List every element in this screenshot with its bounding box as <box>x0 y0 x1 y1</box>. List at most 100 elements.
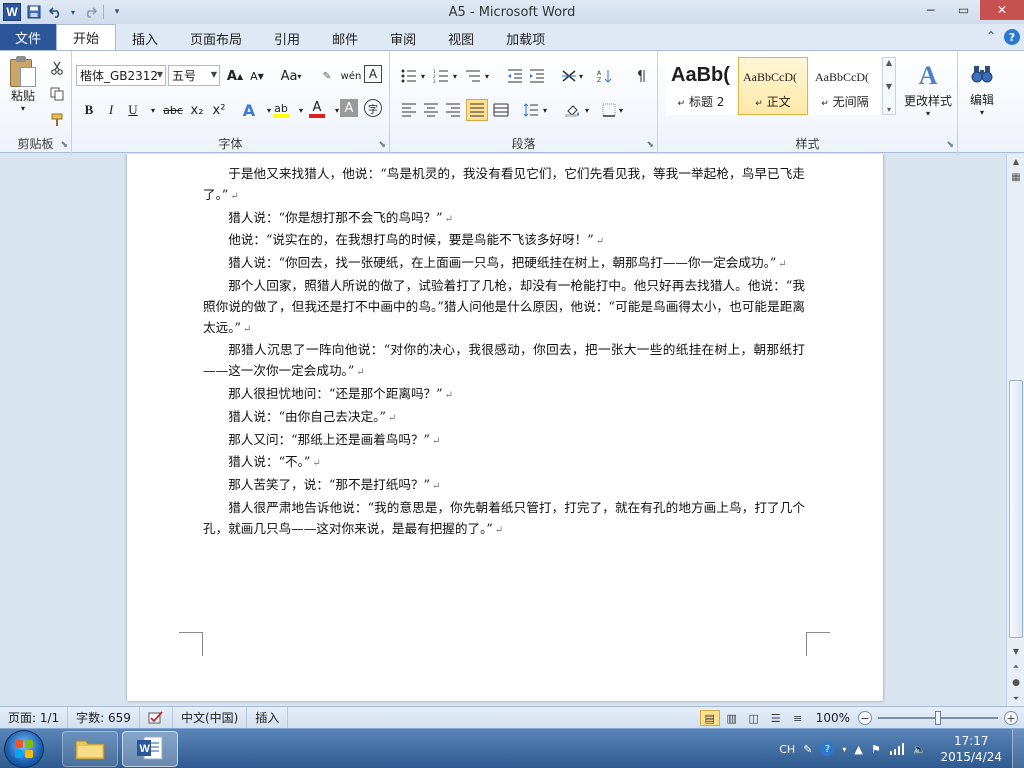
scroll-up-icon[interactable]: ▲ <box>1009 154 1023 168</box>
tab-home[interactable]: 开始 <box>56 24 117 50</box>
font-launcher-icon[interactable]: ⬊ <box>378 140 386 150</box>
sort-icon[interactable]: AZ <box>594 65 616 87</box>
ime-help-icon[interactable]: ? <box>816 742 838 756</box>
ruler-toggle-icon[interactable]: ▦ <box>1009 170 1023 184</box>
restore-button[interactable]: ▭ <box>947 0 980 20</box>
scroll-thumb[interactable] <box>1009 380 1023 638</box>
font-size-combo[interactable]: 五号 ▼ <box>168 65 220 86</box>
character-border-button[interactable]: A <box>364 65 382 83</box>
strikethrough-button[interactable]: abc <box>160 99 186 121</box>
ime-indicator[interactable]: CH <box>775 743 799 756</box>
insert-mode-indicator[interactable]: 插入 <box>247 706 289 729</box>
subscript-button[interactable]: x₂ <box>186 99 208 121</box>
undo-icon[interactable] <box>47 3 65 21</box>
action-center-flag-icon[interactable]: ⚑ <box>867 743 885 756</box>
document-paragraph[interactable]: 那个人回家，照猎人所说的做了，试验着打了几枪，却没有一枪能打中。他只好再去找猎人… <box>203 276 805 340</box>
shading-icon[interactable] <box>562 99 584 121</box>
style-normal[interactable]: AaBbCcD( ↵ 正文 <box>738 57 808 115</box>
justify-icon[interactable] <box>466 99 488 121</box>
numbering-dropdown-icon[interactable]: ▾ <box>450 65 460 87</box>
zoom-level[interactable]: 100% <box>810 711 856 725</box>
zoom-slider-thumb[interactable] <box>935 711 941 725</box>
tab-file[interactable]: 文件 <box>0 24 56 50</box>
tab-references[interactable]: 引用 <box>258 26 316 50</box>
tab-page-layout[interactable]: 页面布局 <box>174 26 258 50</box>
browse-object-icon[interactable]: ● <box>1009 676 1023 690</box>
format-painter-icon[interactable] <box>46 109 68 131</box>
zoom-slider[interactable] <box>878 711 998 725</box>
style-no-spacing[interactable]: AaBbCcD( ↵ 无间隔 <box>810 57 880 115</box>
show-desktop-button[interactable] <box>1012 729 1024 768</box>
line-spacing-dropdown-icon[interactable]: ▾ <box>540 99 550 121</box>
document-paragraph[interactable]: 猎人很严肃地告诉他说：“我的意思是，你先朝着纸只管打，打完了，就在有孔的地方画上… <box>203 498 805 542</box>
help-icon[interactable]: ? <box>1004 29 1020 45</box>
change-case-button[interactable]: Aa ▾ <box>276 65 306 87</box>
enclose-characters-button[interactable]: 字 <box>364 99 382 117</box>
volume-icon[interactable]: 🔈 <box>909 743 931 756</box>
show-formatting-marks-icon[interactable] <box>630 65 652 87</box>
document-paragraph[interactable]: 猎人说：“不。” ↵ <box>203 452 805 475</box>
phonetic-guide-button[interactable]: wén <box>340 65 362 87</box>
outline-view-icon[interactable]: ☰ <box>766 710 786 726</box>
borders-dropdown-icon[interactable]: ▾ <box>616 99 626 121</box>
tray-expand-icon[interactable]: ▲ <box>850 743 866 756</box>
ime-menu-icon[interactable]: ▾ <box>838 745 850 754</box>
close-button[interactable]: ✕ <box>980 0 1024 20</box>
character-shading-button[interactable]: A <box>340 99 358 117</box>
customize-qa-icon[interactable]: ▾ <box>108 3 126 21</box>
distributed-icon[interactable] <box>490 99 512 121</box>
vertical-scrollbar[interactable]: ▲ ▦ ▼ ⏶ ● ⏷ <box>1006 154 1024 706</box>
styles-more-icon[interactable]: ▾ <box>887 105 891 114</box>
proofing-icon[interactable] <box>140 706 173 729</box>
document-paragraph[interactable]: 那猎人沉思了一阵向他说：“对你的决心，我很感动，你回去，把一张大一些的纸挂在树上… <box>203 340 805 384</box>
multilevel-list-icon[interactable] <box>462 65 484 87</box>
tab-addins[interactable]: 加载项 <box>490 26 561 50</box>
increase-indent-icon[interactable] <box>526 65 548 87</box>
cut-icon[interactable] <box>46 57 68 79</box>
highlight-button[interactable]: ab <box>270 99 292 121</box>
underline-button[interactable]: U <box>122 99 144 121</box>
undo-dropdown-icon[interactable]: ▾ <box>69 3 77 21</box>
document-paragraph[interactable]: 他说：“说实在的，在我想打鸟的时候，要是鸟能不飞该多好呀！” ↵ <box>203 230 805 253</box>
superscript-button[interactable]: x² <box>208 99 230 121</box>
document-page[interactable]: 于是他又来找猎人，他说：“鸟是机灵的，我没有看见它们，它们先看见我，等我一举起枪… <box>127 154 883 701</box>
italic-button[interactable]: I <box>100 99 122 121</box>
text-effects-button[interactable]: A <box>238 99 260 121</box>
styles-scroll-up-icon[interactable]: ▲ <box>886 58 892 67</box>
zoom-in-button[interactable]: + <box>1004 711 1018 725</box>
language-indicator[interactable]: 中文(中国) <box>173 706 248 729</box>
bullets-dropdown-icon[interactable]: ▾ <box>418 65 428 87</box>
full-screen-reading-view-icon[interactable]: ▥ <box>722 710 742 726</box>
change-styles-button[interactable]: A 更改样式 ▾ <box>900 55 956 125</box>
shrink-font-button[interactable]: A ▼ <box>246 65 268 87</box>
document-paragraph[interactable]: 猎人说：“由你自己去决定。” ↵ <box>203 407 805 430</box>
tab-view[interactable]: 视图 <box>432 26 490 50</box>
font-name-combo[interactable]: 楷体_GB2312 ▼ <box>76 65 166 86</box>
bold-button[interactable]: B <box>78 99 100 121</box>
taskbar-explorer[interactable] <box>62 731 118 767</box>
decrease-indent-icon[interactable] <box>504 65 526 87</box>
paragraph-launcher-icon[interactable]: ⬊ <box>646 140 654 150</box>
copy-icon[interactable] <box>46 83 68 105</box>
editing-button[interactable]: 编辑 ▾ <box>962 55 1002 125</box>
save-icon[interactable] <box>25 3 43 21</box>
draft-view-icon[interactable]: ≡ <box>788 710 808 726</box>
previous-page-icon[interactable]: ⏶ <box>1009 660 1023 674</box>
minimize-ribbon-icon[interactable]: ⌃ <box>986 29 996 45</box>
document-paragraph[interactable]: 猎人说：“你是想打那不会飞的鸟吗？” ↵ <box>203 208 805 231</box>
align-center-icon[interactable] <box>420 99 442 121</box>
document-body[interactable]: 于是他又来找猎人，他说：“鸟是机灵的，我没有看见它们，它们先看见我，等我一举起枪… <box>203 164 805 542</box>
redo-icon[interactable] <box>81 3 99 21</box>
taskbar-word[interactable]: W <box>122 731 178 767</box>
word-app-icon[interactable]: W <box>3 3 21 21</box>
document-paragraph[interactable]: 那人苦笑了，说：“那不是打纸吗？” ↵ <box>203 475 805 498</box>
page-count[interactable]: 页面: 1/1 <box>0 706 69 729</box>
scroll-down-icon[interactable]: ▼ <box>1009 644 1023 658</box>
word-count[interactable]: 字数: 659 <box>68 706 140 729</box>
document-paragraph[interactable]: 那人很担忧地问：“还是那个距离吗？” ↵ <box>203 384 805 407</box>
tab-insert[interactable]: 插入 <box>116 26 174 50</box>
shading-dropdown-icon[interactable]: ▾ <box>582 99 592 121</box>
network-icon[interactable] <box>885 743 909 755</box>
start-button[interactable] <box>4 730 44 768</box>
clipboard-launcher-icon[interactable]: ⬊ <box>60 140 68 150</box>
